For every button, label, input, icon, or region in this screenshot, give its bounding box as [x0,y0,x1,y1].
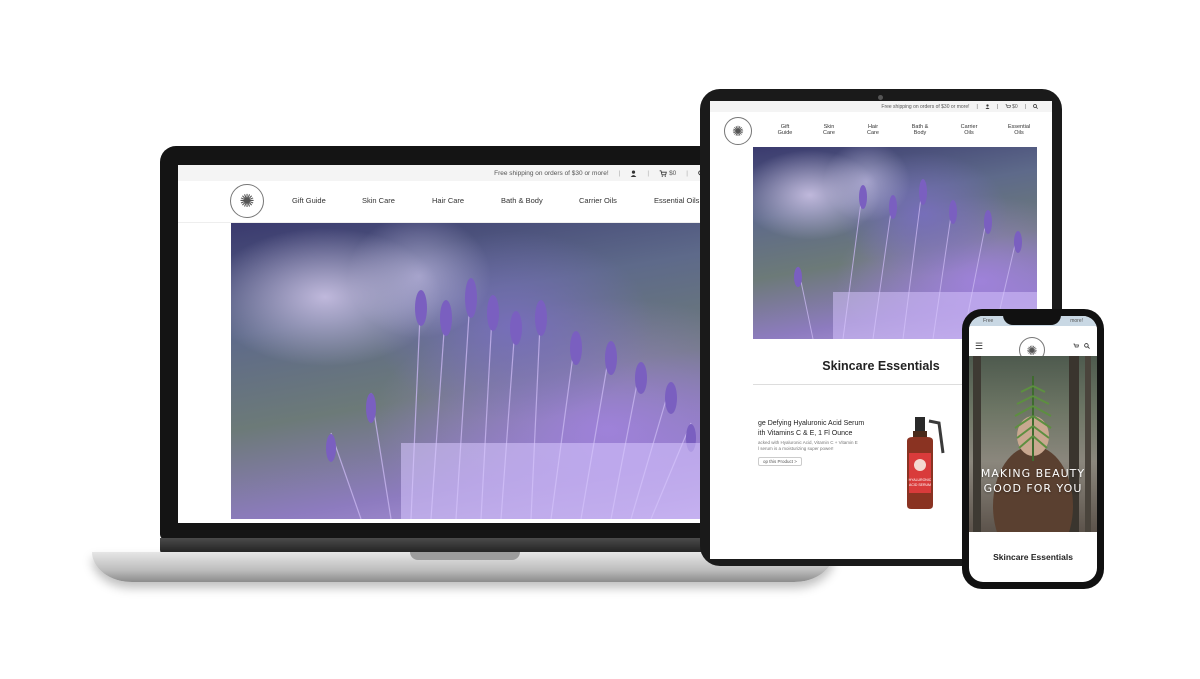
divider: | [976,103,978,110]
menu-item-skin-care[interactable]: Skin Care [812,124,846,136]
laptop-shipping-notice: Free shipping on orders of $30 or more! [494,169,609,177]
phone-screen: Free more! ☰ ✺ MAKING BEAUTY GOOD FOR YO… [969,316,1097,582]
tablet-navbar: ✺ Gift Guide Skin Care Hair Care Bath & … [710,112,1052,147]
product-title-line: ith Vitamins C & E, 1 Fl Ounce [758,430,853,437]
tagline-line: GOOD FOR YOU [983,482,1083,495]
laptop-main-menu: Gift Guide Skin Care Hair Care Bath & Bo… [292,196,724,205]
hamburger-menu-icon[interactable]: ☰ [975,341,983,352]
search-icon[interactable] [1084,343,1090,349]
cart-icon [659,169,667,177]
divider: | [996,103,999,110]
lavender-flowers [326,278,701,519]
menu-item-bath-body[interactable]: Bath & Body [903,124,937,136]
menu-label-line: Body [913,130,927,136]
menu-item-essential-oils[interactable]: Essential Oils [1002,124,1036,136]
cart-icon[interactable] [1073,343,1079,349]
menu-label-line: Care [823,130,835,136]
laptop-hero-image [231,223,701,519]
phone-hero-image: MAKING BEAUTY GOOD FOR YOU [969,356,1097,532]
logo-star: ✺ [239,191,255,211]
cart-icon [1005,104,1012,108]
menu-label-line: Guide [777,130,793,136]
menu-item-carrier-oils[interactable]: Carrier Oils [952,124,986,136]
menu-label-line: Oils [964,130,974,136]
product-title[interactable]: ge Defying Hyaluronic Acid Serum ith Vit… [758,419,898,439]
divider: | [647,169,650,177]
cart-button[interactable]: $0 [1005,104,1018,110]
phone-notch [1003,313,1061,325]
tablet-shipping-notice: Free shipping on orders of $30 or more! [881,103,970,110]
phone-section-heading: Skincare Essentials [993,552,1073,562]
bottle-label-line: HYALURONIC [909,478,932,482]
menu-item-hair-care[interactable]: Hair Care [856,124,890,136]
logo-star: ✺ [732,123,744,139]
logo-emblem-icon[interactable]: ✺ [724,117,752,145]
user-icon[interactable] [985,104,990,109]
phone-shipping-notice-start: Free [983,318,994,324]
product-description-line: l serum is a moisturizing super power! [758,446,834,451]
logo-emblem-icon[interactable]: ✺ [230,184,264,218]
search-icon[interactable] [1033,104,1038,109]
menu-item-bath-body[interactable]: Bath & Body [501,196,579,205]
cart-total: $0 [1012,103,1018,110]
divider: | [686,169,688,177]
tablet-camera [878,95,883,100]
user-icon[interactable] [630,169,637,177]
bottle-label-line: ACID SERUM [909,483,931,487]
menu-item-gift-guide[interactable]: Gift Guide [768,124,802,136]
cart-button[interactable]: $0 [659,170,676,177]
laptop-opening-notch [410,552,520,560]
laptop-topbar: Free shipping on orders of $30 or more! … [178,165,753,181]
menu-item-carrier-oils[interactable]: Carrier Oils [579,196,654,205]
menu-label-line: Oils [1014,130,1024,136]
laptop-navbar: ✺ Gift Guide Skin Care Hair Care Bath & … [178,181,753,223]
cart-total: $0 [669,169,677,177]
tablet-topbar: Free shipping on orders of $30 or more! … [710,101,1052,112]
menu-item-gift-guide[interactable]: Gift Guide [292,196,362,205]
divider: | [618,169,621,177]
product-description: acked with Hyaluronic Acid, Vitamin C + … [758,440,888,452]
product-title-line: ge Defying Hyaluronic Acid Serum [758,420,865,427]
tagline-line: MAKING BEAUTY [980,467,1086,480]
laptop-screen: Free shipping on orders of $30 or more! … [178,165,753,523]
logo-star: ✺ [1026,342,1038,358]
menu-label-line: Care [867,130,879,136]
phone-shipping-notice-end: more! [1070,318,1083,324]
menu-item-hair-care[interactable]: Hair Care [432,196,501,205]
menu-item-skin-care[interactable]: Skin Care [362,196,432,205]
serum-bottle-image: HYALURONIC ACID SERUM [895,413,955,513]
shop-product-button[interactable]: op this Product > [758,457,802,466]
phone-hero-tagline: MAKING BEAUTY GOOD FOR YOU [969,466,1097,496]
forest-fern-photo [973,356,1091,532]
divider: | [1024,103,1026,110]
